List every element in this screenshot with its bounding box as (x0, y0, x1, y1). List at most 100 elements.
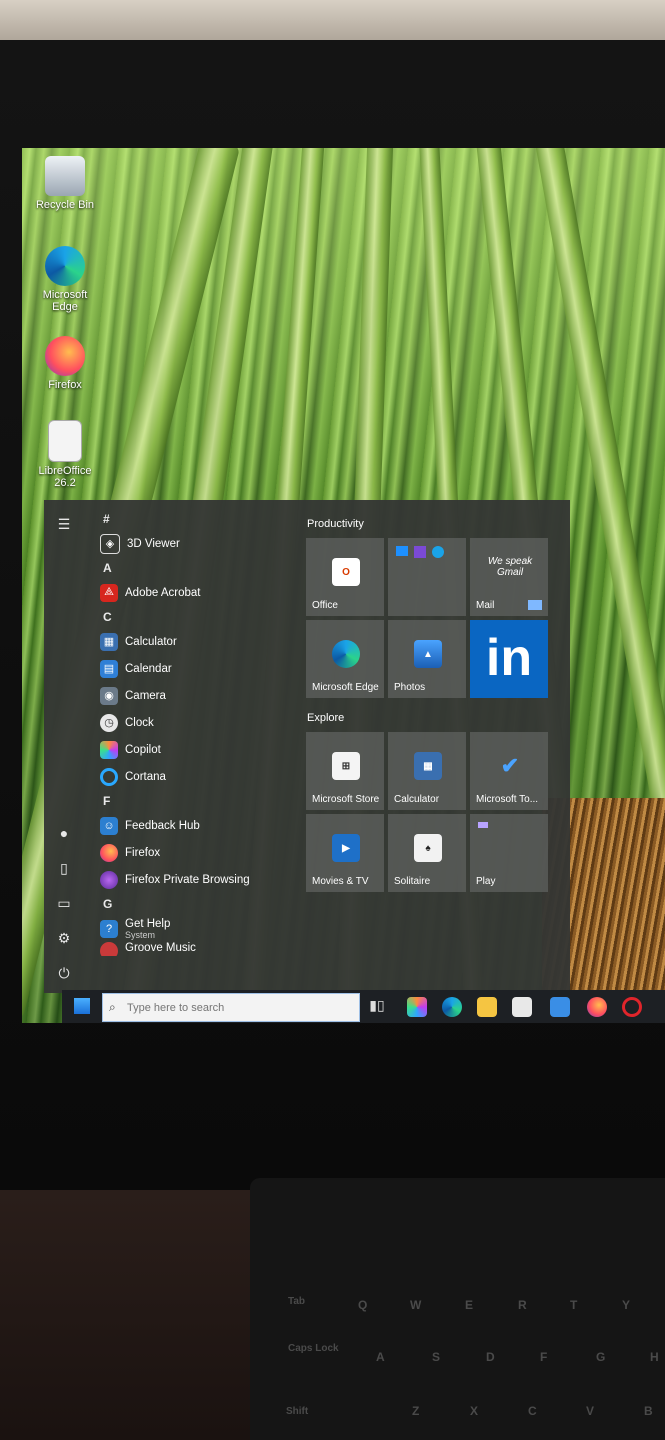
tile-office[interactable]: O Office (306, 538, 384, 616)
group-title-explore[interactable]: Explore (307, 712, 344, 724)
section-header[interactable]: G (100, 893, 300, 915)
key-q: Q (358, 1298, 368, 1312)
acrobat-icon: ⟁ (100, 583, 118, 602)
app-firefox-private[interactable]: Firefox Private Browsing (100, 866, 300, 893)
search-input[interactable] (125, 1000, 349, 1015)
app-camera[interactable]: ◉ Camera (100, 682, 300, 709)
app-calendar[interactable]: ▤ Calendar (100, 655, 300, 682)
task-view-icon[interactable]: ▮▯ (367, 997, 387, 1017)
music-icon (100, 942, 118, 956)
app-3d-viewer[interactable]: ◈ 3D Viewer (100, 530, 300, 557)
app-feedback-hub[interactable]: ☺ Feedback Hub (100, 812, 300, 839)
movies-icon: ▶ (332, 834, 360, 862)
linkedin-icon: in (485, 629, 533, 687)
store-taskbar-icon[interactable] (512, 997, 532, 1017)
app-cortana[interactable]: Cortana (100, 763, 300, 790)
tile-mail[interactable]: We speak Gmail Mail (470, 538, 548, 616)
key-z: Z (412, 1404, 420, 1418)
key-s: S (432, 1350, 441, 1364)
taskbar-search[interactable]: ⌕ (102, 993, 360, 1022)
section-header[interactable]: # (100, 508, 300, 530)
start-button-windows-icon[interactable] (74, 998, 90, 1014)
app-clock[interactable]: ◷ Clock (100, 709, 300, 736)
pictures-icon[interactable]: ▭ (56, 895, 72, 911)
hamburger-menu-icon[interactable]: ☰ (56, 516, 72, 532)
tile-movies-tv[interactable]: ▶ Movies & TV (306, 814, 384, 892)
tile-photos[interactable]: ▲ Photos (388, 620, 466, 698)
desktop-icon-firefox[interactable]: Firefox (30, 336, 100, 391)
key-g: G (596, 1350, 606, 1364)
key-r: R (518, 1298, 527, 1312)
keyboard: Tab Q W E R T Y Caps Lock A S D F G H Sh… (250, 1178, 665, 1440)
monitor-screen: Recycle Bin Microsoft Edge Firefox Libre… (22, 148, 665, 1023)
onenote-icon (414, 546, 426, 558)
firefox-taskbar-icon[interactable] (587, 997, 607, 1017)
calendar-icon: ▤ (100, 659, 118, 678)
clock-icon: ◷ (100, 713, 118, 732)
libreoffice-icon (48, 420, 82, 462)
photos-icon: ▲ (414, 640, 442, 668)
mail-promo-text: We speak Gmail (487, 556, 533, 578)
tile-linkedin[interactable]: in (470, 620, 548, 698)
power-icon[interactable]: ⏻ (56, 965, 72, 981)
start-rail: ☰ ● ▯ ▭ ⚙ ⏻ (44, 500, 84, 993)
firefox-private-icon (100, 870, 118, 889)
key-f: F (540, 1350, 548, 1364)
app-get-help[interactable]: ? Get Help System (100, 915, 300, 942)
app-firefox[interactable]: Firefox (100, 839, 300, 866)
todo-check-icon: ✔ (500, 753, 520, 778)
section-header[interactable]: F (100, 790, 300, 812)
recycle-bin-icon (45, 156, 85, 196)
mail-taskbar-icon[interactable] (550, 997, 570, 1017)
mail-icon (528, 600, 542, 610)
desktop-icon-recycle-bin[interactable]: Recycle Bin (30, 156, 100, 211)
calculator-icon: ▦ (100, 632, 118, 651)
tile-microsoft-todo[interactable]: ✔ Microsoft To... (470, 732, 548, 810)
key-e: E (465, 1298, 474, 1312)
cards-icon: ♠ (414, 834, 442, 862)
group-title-productivity[interactable]: Productivity (307, 518, 364, 530)
tile-office-apps-folder[interactable] (388, 538, 466, 616)
app-adobe-acrobat[interactable]: ⟁ Adobe Acrobat (100, 579, 300, 606)
key-a: A (376, 1350, 385, 1364)
key-t: T (570, 1298, 578, 1312)
app-groove-music[interactable]: Groove Music (100, 942, 300, 956)
tile-play[interactable]: Play (470, 814, 548, 892)
start-menu: ☰ ● ▯ ▭ ⚙ ⏻ # ◈ 3D Viewer A ⟁ Adobe Acro… (44, 500, 570, 993)
app-calculator[interactable]: ▦ Calculator (100, 628, 300, 655)
desk-surface (0, 1190, 250, 1440)
tile-microsoft-store[interactable]: ⊞ Microsoft Store (306, 732, 384, 810)
edge-icon (332, 640, 360, 668)
key-b: B (644, 1404, 653, 1418)
key-w: W (410, 1298, 422, 1312)
play-folder-icon (478, 822, 488, 828)
key-d: D (486, 1350, 495, 1364)
tile-solitaire[interactable]: ♠ Solitaire (388, 814, 466, 892)
key-c: C (528, 1404, 537, 1418)
settings-icon[interactable]: ⚙ (56, 930, 72, 946)
help-icon: ? (100, 919, 118, 938)
file-explorer-icon[interactable] (477, 997, 497, 1017)
opera-taskbar-icon[interactable] (622, 997, 642, 1017)
desktop-icon-edge[interactable]: Microsoft Edge (30, 246, 100, 313)
key-v: V (586, 1404, 595, 1418)
skype-icon (432, 546, 444, 558)
app-list: # ◈ 3D Viewer A ⟁ Adobe Acrobat C ▦ Calc… (100, 508, 300, 956)
tile-calculator[interactable]: ▦ Calculator (388, 732, 466, 810)
tile-microsoft-edge[interactable]: Microsoft Edge (306, 620, 384, 698)
calculator-icon: ▦ (414, 752, 442, 780)
cortana-icon (100, 767, 118, 786)
cube-icon: ◈ (100, 533, 120, 554)
firefox-icon (100, 843, 118, 862)
camera-icon: ◉ (100, 686, 118, 705)
store-icon: ⊞ (332, 752, 360, 780)
documents-icon[interactable]: ▯ (56, 860, 72, 876)
section-header[interactable]: C (100, 606, 300, 628)
desktop-icon-libreoffice[interactable]: LibreOffice 26.2 (30, 420, 100, 489)
section-header[interactable]: A (100, 557, 300, 579)
app-copilot[interactable]: Copilot (100, 736, 300, 763)
copilot-icon (100, 740, 118, 759)
edge-taskbar-icon[interactable] (442, 997, 462, 1017)
user-avatar-icon[interactable]: ● (56, 825, 72, 841)
copilot-taskbar-icon[interactable] (407, 997, 427, 1017)
